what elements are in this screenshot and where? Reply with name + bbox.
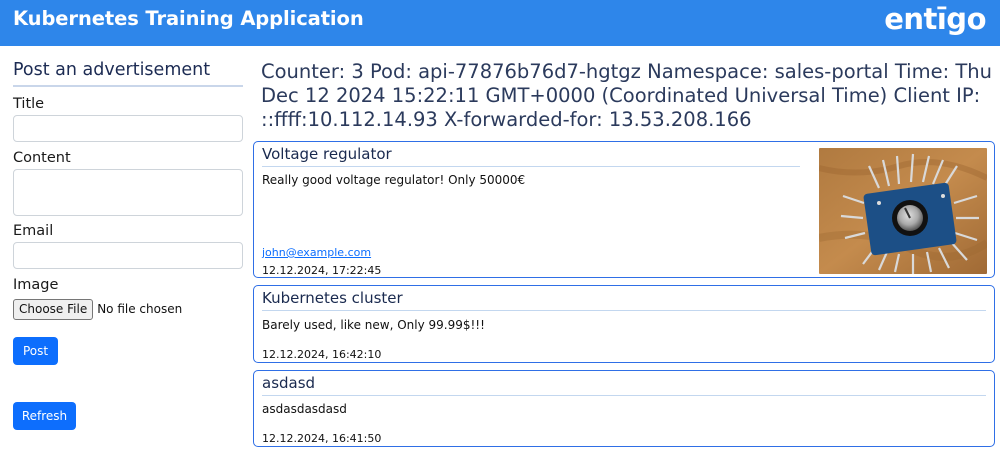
title-divider bbox=[262, 166, 800, 167]
content-label: Content bbox=[13, 150, 71, 166]
email-label: Email bbox=[13, 223, 54, 239]
title-divider bbox=[262, 395, 986, 396]
ad-timestamp: 12.12.2024, 16:41:50 bbox=[262, 432, 382, 445]
file-status-text: No file chosen bbox=[97, 302, 183, 316]
choose-file-button[interactable]: Choose File bbox=[13, 298, 94, 320]
ad-timestamp: 12.12.2024, 16:42:10 bbox=[262, 348, 382, 361]
refresh-button[interactable]: Refresh bbox=[13, 402, 76, 430]
title-divider bbox=[262, 310, 986, 311]
content-textarea[interactable] bbox=[13, 169, 243, 216]
ad-content: asdasdasdasd bbox=[262, 402, 347, 416]
image-label: Image bbox=[13, 277, 59, 293]
ad-card: asdasd asdasdasdasd 12.12.2024, 16:41:50 bbox=[253, 370, 995, 447]
entigo-logo: entīgo bbox=[884, 2, 986, 36]
email-input[interactable] bbox=[13, 242, 243, 269]
ad-email-link[interactable]: john@example.com bbox=[262, 246, 371, 259]
app-header: Kubernetes Training Application entīgo bbox=[0, 0, 1000, 46]
ad-title: Kubernetes cluster bbox=[262, 289, 403, 307]
ad-content: Really good voltage regulator! Only 5000… bbox=[262, 173, 526, 187]
ad-title: asdasd bbox=[262, 374, 316, 392]
file-picker: Choose File No file chosen bbox=[13, 298, 243, 320]
app-title: Kubernetes Training Application bbox=[13, 7, 364, 30]
ad-timestamp: 12.12.2024, 17:22:45 bbox=[262, 264, 382, 277]
title-input[interactable] bbox=[13, 115, 243, 142]
post-button[interactable]: Post bbox=[13, 337, 58, 365]
form-heading: Post an advertisement bbox=[13, 60, 243, 87]
voltage-regulator-image bbox=[819, 148, 987, 274]
server-info: Counter: 3 Pod: api-77876b76d7-hgtgz Nam… bbox=[261, 60, 992, 131]
ad-content: Barely used, like new, Only 99.99$!!! bbox=[262, 318, 485, 332]
ad-card: Kubernetes cluster Barely used, like new… bbox=[253, 285, 995, 363]
ad-card: Voltage regulator Really good voltage re… bbox=[253, 141, 995, 278]
post-ad-form: Post an advertisement Title Content Emai… bbox=[13, 60, 243, 430]
ad-title: Voltage regulator bbox=[262, 145, 392, 163]
title-label: Title bbox=[13, 96, 45, 112]
